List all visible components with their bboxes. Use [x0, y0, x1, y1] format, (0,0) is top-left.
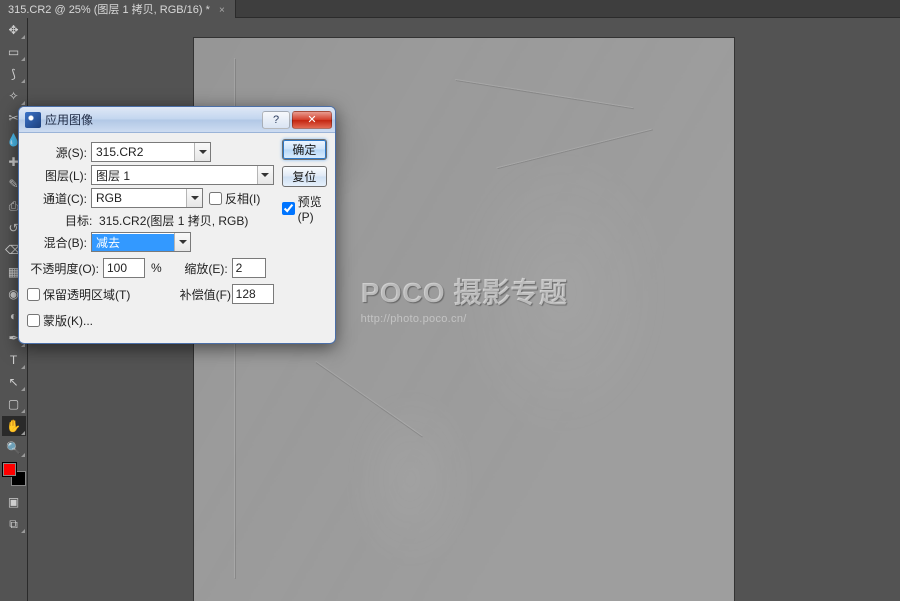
channel-combobox[interactable]: RGB — [91, 188, 203, 208]
watermark-brand: POCO — [361, 277, 445, 308]
dialog-main: 源(S): 315.CR2 图层(L): 图层 1 通道(C): RGB — [27, 139, 274, 333]
opacity-unit: % — [151, 261, 162, 275]
close-tab-icon[interactable]: × — [219, 5, 225, 16]
source-combobox[interactable]: 315.CR2 — [91, 142, 211, 162]
dialog-side: 确定 复位 预览(P) — [274, 139, 327, 333]
target-label: 目标: — [65, 214, 92, 228]
marquee-tool[interactable]: ▭ — [2, 42, 26, 62]
help-button[interactable]: ? — [262, 111, 290, 129]
mask-input[interactable] — [27, 314, 40, 327]
preview-checkbox-input[interactable] — [282, 202, 295, 215]
document-tab-label: 315.CR2 @ 25% (图层 1 拷贝, RGB/16) * — [8, 4, 210, 16]
watermark-text: 摄影专题 — [453, 277, 567, 308]
channel-value: RGB — [92, 191, 186, 205]
foreground-color-swatch[interactable] — [2, 462, 17, 477]
dialog-title: 应用图像 — [45, 111, 260, 128]
source-value: 315.CR2 — [92, 145, 194, 159]
apply-image-dialog: 应用图像 ? ✕ 源(S): 315.CR2 图层(L): 图层 1 通道(C) — [18, 106, 336, 344]
invert-label: 反相(I) — [225, 190, 260, 207]
dropdown-icon — [186, 189, 202, 207]
blend-value: 减去 — [92, 234, 174, 251]
offset-label: 补偿值(F): — [180, 286, 232, 303]
invert-checkbox[interactable]: 反相(I) — [209, 190, 260, 207]
screenmode-toggle[interactable]: ⧉ — [2, 514, 26, 534]
watermark: POCO 摄影专题 http://photo.poco.cn/ — [361, 271, 568, 325]
close-button[interactable]: ✕ — [292, 111, 332, 129]
preview-label: 预览(P) — [298, 193, 327, 224]
mask-checkbox[interactable]: 蒙版(K)... — [27, 310, 162, 330]
dialog-app-icon — [25, 112, 41, 128]
document-tab-bar: 315.CR2 @ 25% (图层 1 拷贝, RGB/16) * × — [0, 0, 900, 18]
target-value: 315.CR2(图层 1 拷贝, RGB) — [99, 214, 248, 228]
dropdown-icon — [257, 166, 273, 184]
dropdown-icon — [194, 143, 210, 161]
magic-wand-tool[interactable]: ✧ — [2, 86, 26, 106]
layer-combobox[interactable]: 图层 1 — [91, 165, 274, 185]
document-tab[interactable]: 315.CR2 @ 25% (图层 1 拷贝, RGB/16) * × — [0, 0, 236, 18]
type-tool[interactable]: T — [2, 350, 26, 370]
offset-input[interactable]: 128 — [232, 284, 274, 304]
quickmask-toggle[interactable]: ▣ — [2, 492, 26, 512]
layer-label: 图层(L): — [27, 167, 91, 184]
blend-label: 混合(B): — [27, 234, 91, 251]
shape-tool[interactable]: ▢ — [2, 394, 26, 414]
mask-label: 蒙版(K)... — [43, 312, 93, 329]
scale-input[interactable]: 2 — [232, 258, 266, 278]
hand-tool[interactable]: ✋ — [2, 416, 26, 436]
ok-button[interactable]: 确定 — [282, 139, 327, 160]
reset-button[interactable]: 复位 — [282, 166, 327, 187]
invert-checkbox-input[interactable] — [209, 192, 222, 205]
channel-label: 通道(C): — [27, 190, 91, 207]
dropdown-icon — [174, 233, 190, 251]
preserve-transparency-input[interactable] — [27, 288, 40, 301]
scale-label: 缩放(E): — [180, 260, 232, 277]
color-swatch[interactable] — [2, 462, 26, 486]
lasso-tool[interactable]: ⟆ — [2, 64, 26, 84]
opacity-label: 不透明度(O): — [27, 260, 103, 277]
path-select-tool[interactable]: ↖ — [2, 372, 26, 392]
zoom-tool[interactable]: 🔍 — [2, 438, 26, 458]
source-label: 源(S): — [27, 144, 91, 161]
opacity-input[interactable]: 100 — [103, 258, 145, 278]
preview-checkbox[interactable]: 预览(P) — [282, 193, 327, 224]
blend-combobox[interactable]: 减去 — [91, 232, 191, 252]
layer-value: 图层 1 — [92, 167, 257, 184]
move-tool[interactable]: ✥ — [2, 20, 26, 40]
watermark-url: http://photo.poco.cn/ — [361, 313, 568, 325]
preserve-transparency-checkbox[interactable]: 保留透明区域(T) — [27, 284, 162, 304]
preserve-transparency-label: 保留透明区域(T) — [43, 286, 130, 303]
dialog-titlebar[interactable]: 应用图像 ? ✕ — [19, 107, 335, 133]
